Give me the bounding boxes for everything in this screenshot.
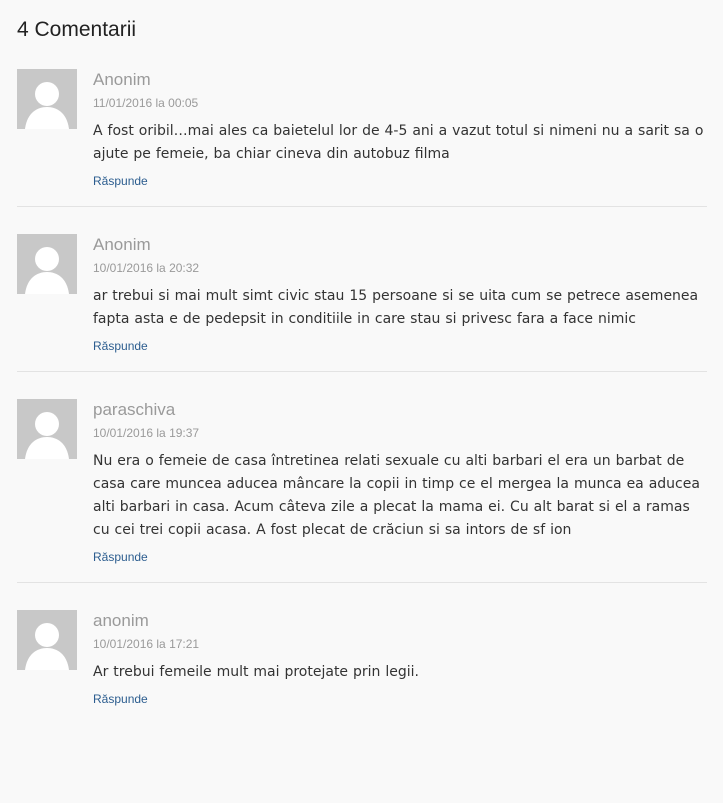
comment-author: Anonim: [93, 70, 151, 89]
comment-body: anonim 10/01/2016 la 17:21 Ar trebui fem…: [93, 610, 707, 707]
comment-text: Nu era o femeie de casa întretinea relat…: [93, 453, 700, 538]
comment-list: Anonim 11/01/2016 la 00:05 A fost oribil…: [17, 69, 707, 751]
avatar: [17, 69, 77, 129]
comment-date[interactable]: 11/01/2016 la 00:05: [93, 96, 707, 110]
default-user-avatar-icon: [17, 234, 77, 294]
default-user-avatar-icon: [17, 399, 77, 459]
comment-date[interactable]: 10/01/2016 la 20:32: [93, 261, 707, 275]
comment-text: Ar trebui femeile mult mai protejate pri…: [93, 664, 419, 680]
reply-link[interactable]: Răspunde: [93, 692, 148, 706]
reply-link[interactable]: Răspunde: [93, 550, 148, 564]
avatar: [17, 610, 77, 670]
comment-item: Anonim 10/01/2016 la 20:32 ar trebui si …: [17, 234, 707, 372]
default-user-avatar-icon: [17, 69, 77, 129]
comment-body: Anonim 11/01/2016 la 00:05 A fost oribil…: [93, 69, 707, 189]
comment-body: paraschiva 10/01/2016 la 19:37 Nu era o …: [93, 399, 707, 565]
comment-author: paraschiva: [93, 400, 176, 419]
comments-heading: 4 Comentarii: [17, 18, 137, 41]
comment-date[interactable]: 10/01/2016 la 19:37: [93, 426, 707, 440]
comment-author: Anonim: [93, 235, 151, 254]
comment-item: anonim 10/01/2016 la 17:21 Ar trebui fem…: [17, 610, 707, 724]
comment-author: anonim: [93, 611, 149, 630]
default-user-avatar-icon: [17, 610, 77, 670]
comment-text: ar trebui si mai mult simt civic stau 15…: [93, 288, 699, 327]
avatar: [17, 399, 77, 459]
comment-text: A fost oribil…mai ales ca baietelul lor …: [93, 123, 704, 162]
reply-link[interactable]: Răspunde: [93, 339, 148, 353]
comment-body: Anonim 10/01/2016 la 20:32 ar trebui si …: [93, 234, 707, 354]
reply-link[interactable]: Răspunde: [93, 174, 148, 188]
comment-date[interactable]: 10/01/2016 la 17:21: [93, 637, 707, 651]
comment-item: paraschiva 10/01/2016 la 19:37 Nu era o …: [17, 399, 707, 583]
comment-item: Anonim 11/01/2016 la 00:05 A fost oribil…: [17, 69, 707, 207]
avatar: [17, 234, 77, 294]
